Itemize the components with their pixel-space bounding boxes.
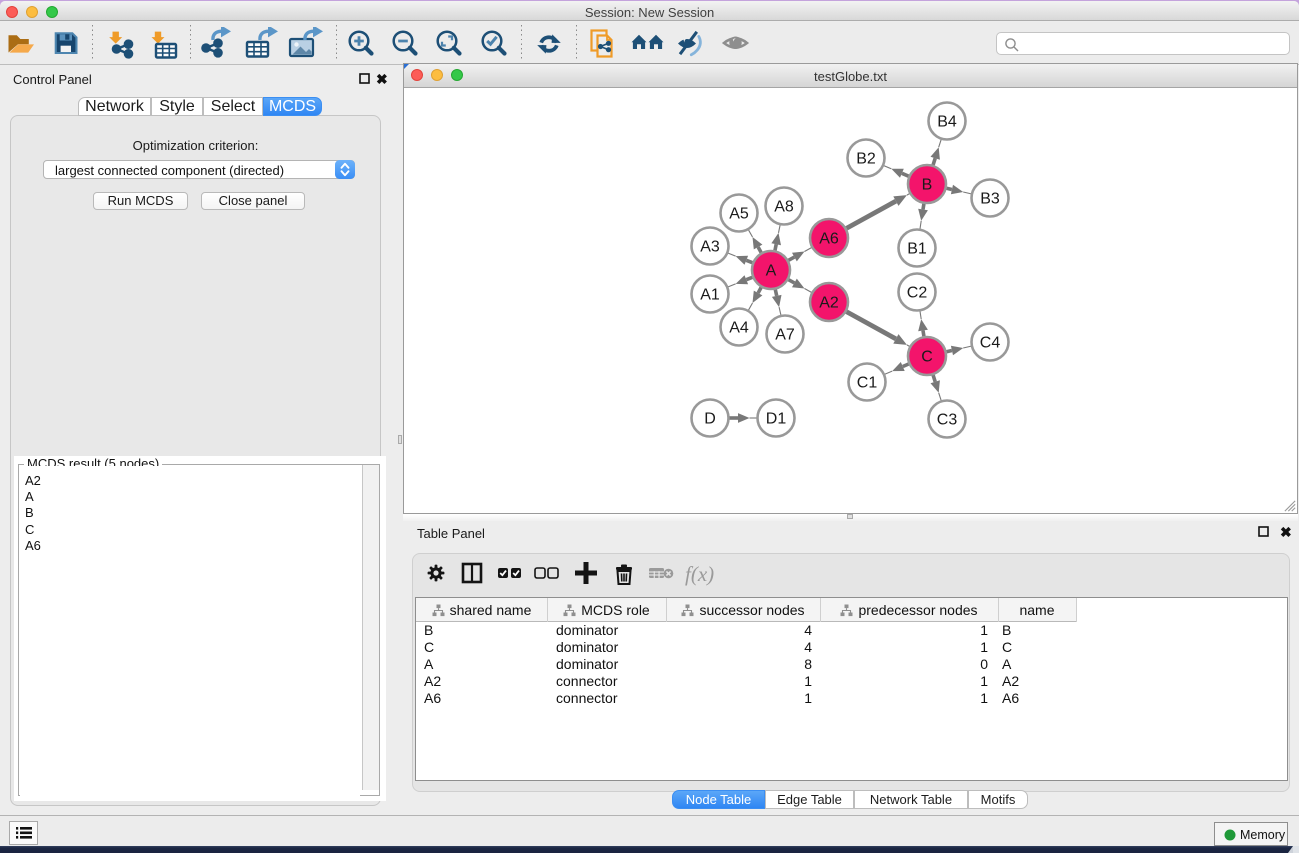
svg-text:A3: A3 xyxy=(700,239,720,256)
svg-text:D1: D1 xyxy=(766,411,787,428)
svg-text:A2: A2 xyxy=(819,295,839,312)
svg-text:A7: A7 xyxy=(775,327,795,344)
svg-text:D: D xyxy=(704,411,716,428)
svg-text:C3: C3 xyxy=(937,412,958,429)
svg-text:B2: B2 xyxy=(856,151,876,168)
svg-text:A5: A5 xyxy=(729,206,749,223)
svg-text:B4: B4 xyxy=(937,114,957,131)
svg-text:A: A xyxy=(766,263,777,280)
svg-text:C: C xyxy=(921,349,933,366)
svg-text:A8: A8 xyxy=(774,199,794,216)
svg-text:B3: B3 xyxy=(980,191,1000,208)
svg-text:B: B xyxy=(922,177,933,194)
svg-text:A6: A6 xyxy=(819,231,839,248)
svg-text:A1: A1 xyxy=(700,287,720,304)
svg-text:C2: C2 xyxy=(907,285,928,302)
svg-text:C1: C1 xyxy=(857,375,878,392)
svg-text:B1: B1 xyxy=(907,241,927,258)
svg-text:C4: C4 xyxy=(980,335,1001,352)
svg-text:A4: A4 xyxy=(729,320,749,337)
